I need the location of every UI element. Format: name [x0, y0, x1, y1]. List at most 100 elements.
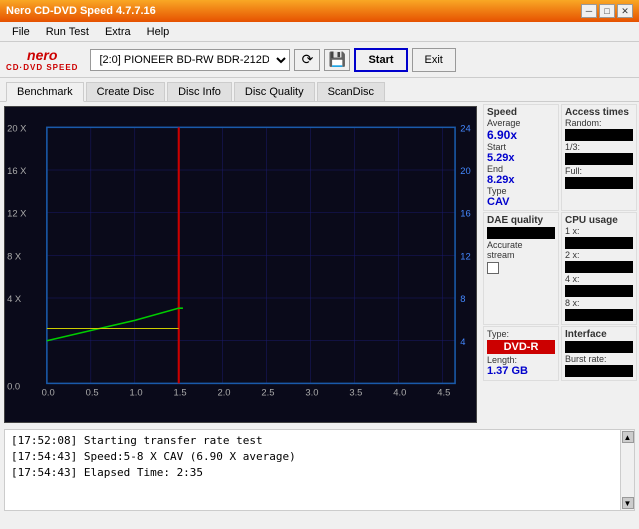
middle-row: DAE quality Accurate stream CPU usage 1 … — [483, 212, 637, 325]
log-line-3: [17:54:43] Elapsed Time: 2:35 — [11, 465, 614, 481]
speed-average-value: 6.90x — [487, 128, 555, 142]
log-area: [17:52:08] Starting transfer rate test [… — [4, 429, 635, 511]
dae-quality-bar — [487, 227, 555, 239]
svg-text:16: 16 — [460, 209, 470, 219]
menu-run-test[interactable]: Run Test — [38, 24, 97, 40]
full-bar — [565, 177, 633, 189]
svg-text:2.5: 2.5 — [261, 388, 274, 398]
nero-logo: nero CD·DVD SPEED — [6, 47, 78, 72]
svg-text:0.0: 0.0 — [42, 388, 55, 398]
interface-bar — [565, 341, 633, 353]
onethird-bar — [565, 153, 633, 165]
speed-end-value: 8.29x — [487, 174, 555, 186]
speed-type-value: CAV — [487, 196, 555, 208]
svg-text:1.0: 1.0 — [130, 388, 143, 398]
onethird-label: 1/3: — [565, 142, 633, 152]
accurate-stream-checkbox[interactable] — [487, 262, 499, 274]
cpu-usage-section: CPU usage 1 x: 2 x: 4 x: 8 x: — [561, 212, 637, 325]
svg-text:12 X: 12 X — [7, 209, 26, 219]
chart-svg: 20 X 16 X 12 X 8 X 4 X 0.0 24 20 16 12 8… — [5, 107, 476, 422]
maximize-button[interactable]: □ — [599, 4, 615, 18]
cpu-8x-label: 8 x: — [565, 298, 633, 308]
exit-button[interactable]: Exit — [412, 48, 456, 72]
log-line-2: [17:54:43] Speed:5-8 X CAV (6.90 X avera… — [11, 449, 614, 465]
full-label: Full: — [565, 166, 633, 176]
nero-brand: nero — [27, 47, 57, 63]
speed-type-label: Type — [487, 186, 555, 196]
disc-length-label: Length: — [487, 355, 555, 365]
top-row: Speed Average 6.90x Start 5.29x End 8.29… — [483, 104, 637, 211]
log-line-1: [17:52:08] Starting transfer rate test — [11, 433, 614, 449]
svg-text:24: 24 — [460, 124, 470, 134]
svg-text:8 X: 8 X — [7, 252, 21, 262]
burst-rate-bar — [565, 365, 633, 377]
random-label: Random: — [565, 118, 633, 128]
menu-help[interactable]: Help — [139, 24, 178, 40]
tab-disc-quality[interactable]: Disc Quality — [234, 82, 315, 101]
svg-text:2.0: 2.0 — [217, 388, 230, 398]
close-button[interactable]: ✕ — [617, 4, 633, 18]
refresh-button[interactable]: ⟳ — [294, 49, 320, 71]
svg-text:1.5: 1.5 — [174, 388, 187, 398]
disc-type-section: Type: DVD-R Length: 1.37 GB — [483, 326, 559, 381]
cpu-usage-title: CPU usage — [565, 215, 633, 226]
access-times-title: Access times — [565, 107, 633, 118]
menu-bar: File Run Test Extra Help — [0, 22, 639, 42]
cpu-4x-label: 4 x: — [565, 274, 633, 284]
svg-text:4 X: 4 X — [7, 294, 21, 304]
cpu-2x-label: 2 x: — [565, 250, 633, 260]
start-button[interactable]: Start — [354, 48, 407, 72]
cdspeed-brand: CD·DVD SPEED — [6, 63, 78, 72]
disc-type-value: DVD-R — [487, 340, 555, 354]
chart-area: 20 X 16 X 12 X 8 X 4 X 0.0 24 20 16 12 8… — [4, 106, 477, 423]
svg-text:8: 8 — [460, 294, 465, 304]
app-title: Nero CD-DVD Speed 4.7.7.16 — [6, 5, 156, 17]
bottom-row: Type: DVD-R Length: 1.37 GB Interface Bu… — [483, 326, 637, 381]
minimize-button[interactable]: ─ — [581, 4, 597, 18]
scroll-down-button[interactable]: ▼ — [622, 497, 634, 509]
tab-create-disc[interactable]: Create Disc — [86, 82, 165, 101]
stream-label: stream — [487, 250, 555, 260]
scroll-up-button[interactable]: ▲ — [622, 431, 634, 443]
speed-section: Speed Average 6.90x Start 5.29x End 8.29… — [483, 104, 559, 211]
log-scrollbar[interactable]: ▲ ▼ — [620, 430, 634, 510]
dae-quality-title: DAE quality — [487, 215, 555, 226]
main-area: 20 X 16 X 12 X 8 X 4 X 0.0 24 20 16 12 8… — [0, 102, 639, 427]
svg-text:3.5: 3.5 — [349, 388, 362, 398]
tab-disc-info[interactable]: Disc Info — [167, 82, 232, 101]
accurate-stream-checkbox-row — [487, 262, 555, 274]
log-content: [17:52:08] Starting transfer rate test [… — [5, 430, 620, 510]
speed-start-value: 5.29x — [487, 152, 555, 164]
svg-text:4.5: 4.5 — [437, 388, 450, 398]
right-panel: Speed Average 6.90x Start 5.29x End 8.29… — [481, 102, 639, 427]
tab-benchmark[interactable]: Benchmark — [6, 82, 84, 102]
dae-quality-section: DAE quality Accurate stream — [483, 212, 559, 325]
svg-text:0.5: 0.5 — [86, 388, 99, 398]
burst-rate-label: Burst rate: — [565, 354, 633, 364]
menu-file[interactable]: File — [4, 24, 38, 40]
title-bar: Nero CD-DVD Speed 4.7.7.16 ─ □ ✕ — [0, 0, 639, 22]
save-button[interactable]: 💾 — [324, 49, 350, 71]
window-controls: ─ □ ✕ — [581, 4, 633, 18]
svg-text:16 X: 16 X — [7, 166, 26, 176]
cpu-4x-bar — [565, 285, 633, 297]
toolbar: nero CD·DVD SPEED [2:0] PIONEER BD-RW BD… — [0, 42, 639, 78]
svg-text:0.0: 0.0 — [7, 382, 20, 392]
svg-text:4.0: 4.0 — [393, 388, 406, 398]
cpu-2x-bar — [565, 261, 633, 273]
speed-title: Speed — [487, 107, 555, 118]
cpu-1x-bar — [565, 237, 633, 249]
svg-text:4: 4 — [460, 337, 465, 347]
drive-select[interactable]: [2:0] PIONEER BD-RW BDR-212D 1.00 — [90, 49, 290, 71]
tab-scan-disc[interactable]: ScanDisc — [317, 82, 385, 101]
menu-extra[interactable]: Extra — [97, 24, 139, 40]
disc-type-sub: Type: — [487, 329, 555, 339]
interface-title: Interface — [565, 329, 633, 340]
speed-end-label: End — [487, 164, 555, 174]
accurate-label: Accurate — [487, 240, 555, 250]
interface-section: Interface Burst rate: — [561, 326, 637, 381]
speed-start-label: Start — [487, 142, 555, 152]
cpu-8x-bar — [565, 309, 633, 321]
svg-text:3.0: 3.0 — [305, 388, 318, 398]
disc-length-value: 1.37 GB — [487, 365, 555, 377]
